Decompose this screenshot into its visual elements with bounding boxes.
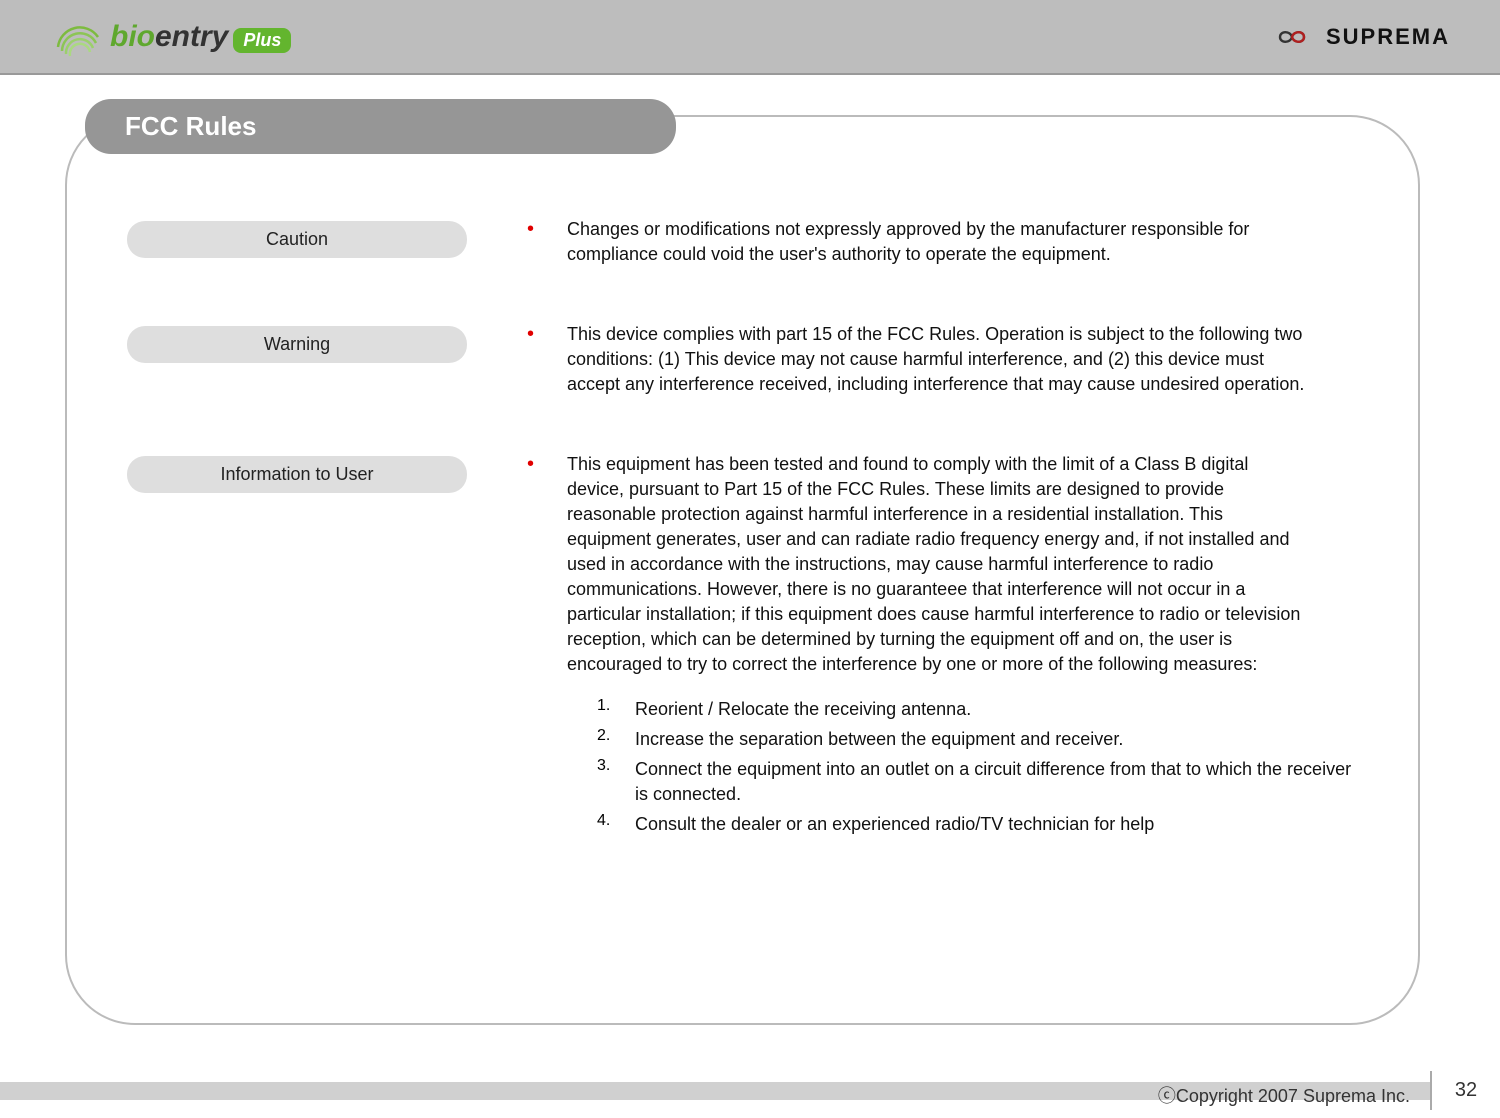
- list-item: 2. Increase the separation between the e…: [597, 727, 1358, 752]
- bullet-icon: •: [527, 322, 547, 397]
- list-item: 1. Reorient / Relocate the receiving ant…: [597, 697, 1358, 722]
- list-item: 4. Consult the dealer or an experienced …: [597, 812, 1358, 837]
- info-label: Information to User: [127, 456, 467, 493]
- info-text: This equipment has been tested and found…: [567, 452, 1307, 677]
- logo-bio: bio: [110, 20, 155, 54]
- page-number: 32: [1430, 1071, 1500, 1110]
- item-text: Consult the dealer or an experienced rad…: [635, 812, 1358, 837]
- suprema-logo: SUPREMA: [1268, 23, 1450, 51]
- item-text: Reorient / Relocate the receiving antenn…: [635, 697, 1358, 722]
- item-number: 4.: [597, 812, 617, 837]
- warning-label: Warning: [127, 326, 467, 363]
- item-number: 1.: [597, 697, 617, 722]
- section-info: Information to User • This equipment has…: [127, 452, 1358, 842]
- plus-badge: Plus: [233, 28, 291, 53]
- bullet-icon: •: [527, 217, 547, 267]
- section-warning: Warning • This device complies with part…: [127, 322, 1358, 397]
- section-caution: Caution • Changes or modifications not e…: [127, 217, 1358, 267]
- item-text: Increase the separation between the equi…: [635, 727, 1358, 752]
- warning-text: This device complies with part 15 of the…: [567, 322, 1307, 397]
- caution-text: Changes or modifications not expressly a…: [567, 217, 1307, 267]
- item-number: 2.: [597, 727, 617, 752]
- infinity-icon: [1268, 23, 1316, 51]
- item-number: 3.: [597, 757, 617, 807]
- list-item: 3. Connect the equipment into an outlet …: [597, 757, 1358, 807]
- bioentry-logo: bioentry Plus: [50, 9, 291, 64]
- suprema-text: SUPREMA: [1326, 24, 1450, 50]
- bullet-icon: •: [527, 452, 547, 842]
- content-frame: FCC Rules Caution • Changes or modificat…: [65, 115, 1420, 1025]
- fingerprint-icon: [50, 9, 105, 64]
- item-text: Connect the equipment into an outlet on …: [635, 757, 1358, 807]
- logo-entry: entry: [155, 20, 228, 54]
- bioentry-text: bioentry Plus: [110, 20, 291, 54]
- copyright-text: ⓒCopyright 2007 Suprema Inc.: [1158, 1082, 1410, 1108]
- caution-label: Caution: [127, 221, 467, 258]
- header: bioentry Plus SUPREMA: [0, 0, 1500, 75]
- numbered-list: 1. Reorient / Relocate the receiving ant…: [567, 697, 1358, 837]
- page-title: FCC Rules: [85, 99, 676, 154]
